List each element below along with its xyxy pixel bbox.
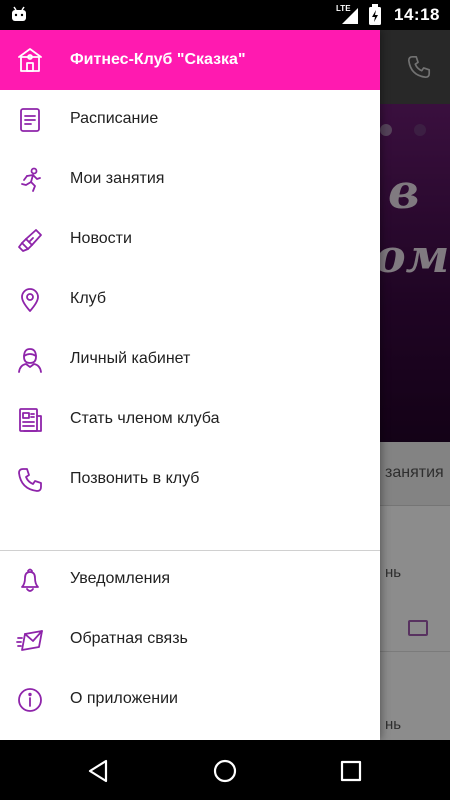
phone-icon — [16, 466, 44, 494]
recents-icon[interactable] — [338, 758, 364, 784]
battery-charging-icon — [369, 4, 382, 25]
menu-item-label: Позвонить в клуб — [70, 470, 200, 487]
menu-item-label: О приложении — [70, 690, 178, 707]
status-bar: LTE 14:18 — [0, 0, 450, 30]
schedule-icon — [16, 106, 44, 134]
lte-signal-icon: LTE — [336, 0, 362, 30]
info-icon — [16, 686, 44, 714]
megaphone-icon — [16, 226, 44, 254]
menu-item-label: Новости — [70, 230, 132, 247]
menu-item-my-classes[interactable]: Мои занятия — [0, 150, 380, 210]
menu-item-personal-account[interactable]: Личный кабинет — [0, 330, 380, 390]
home-icon[interactable] — [212, 758, 238, 784]
system-nav-bar — [0, 740, 450, 800]
menu-item-label: Мои занятия — [70, 170, 165, 187]
menu-item-label: Стать членом клуба — [70, 410, 220, 427]
status-time: 14:18 — [394, 5, 440, 24]
drawer-header[interactable]: Фитнес-Клуб "Сказка" — [0, 30, 380, 90]
club-building-icon — [16, 46, 44, 74]
menu-item-feedback[interactable]: Обратная связь — [0, 610, 380, 670]
menu-item-label: Клуб — [70, 290, 106, 307]
menu-item-label: Расписание — [70, 110, 159, 127]
running-person-icon — [16, 166, 44, 194]
menu-item-schedule[interactable]: Расписание — [0, 90, 380, 150]
envelope-icon — [16, 626, 44, 654]
drawer-title: Фитнес-Клуб "Сказка" — [70, 51, 246, 68]
menu-item-call-club[interactable]: Позвонить в клуб — [0, 450, 380, 510]
bell-icon — [16, 566, 44, 594]
menu-item-label: Обратная связь — [70, 630, 188, 647]
person-icon — [16, 346, 44, 374]
android-icon — [12, 6, 26, 21]
menu-item-notifications[interactable]: Уведомления — [0, 550, 380, 610]
menu-item-label: Уведомления — [70, 570, 171, 587]
menu-item-club[interactable]: Клуб — [0, 270, 380, 330]
back-icon[interactable] — [86, 758, 112, 784]
menu-item-news[interactable]: Новости — [0, 210, 380, 270]
location-pin-icon — [16, 286, 44, 314]
membership-form-icon — [16, 406, 44, 434]
menu-item-about[interactable]: О приложении — [0, 670, 380, 730]
navigation-drawer: Фитнес-Клуб "Сказка" Расписание Мои заня… — [0, 30, 380, 740]
menu-item-label: Личный кабинет — [70, 350, 191, 367]
menu-item-become-member[interactable]: Стать членом клуба — [0, 390, 380, 450]
